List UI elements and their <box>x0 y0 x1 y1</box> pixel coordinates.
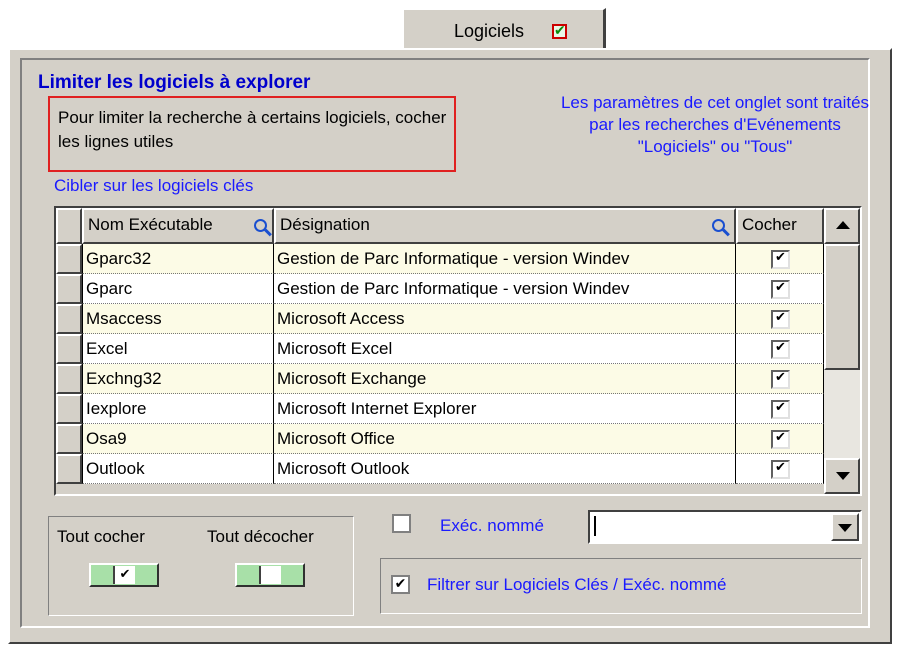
scope-note: Les paramètres de cet onglet sont traité… <box>560 93 870 156</box>
cell-designation: Microsoft Exchange <box>274 364 736 394</box>
cell-check: ✔ <box>736 274 824 304</box>
scroll-thumb[interactable] <box>824 244 860 370</box>
cell-designation: Microsoft Access <box>274 304 736 334</box>
row-checkbox[interactable]: ✔ <box>771 430 790 449</box>
cell-name: Gparc <box>82 274 274 304</box>
cell-name: Excel <box>82 334 274 364</box>
cell-name: Exchng32 <box>82 364 274 394</box>
check-buttons-group: Tout cocher Tout décocher ✔ <box>48 516 354 616</box>
row-selector[interactable] <box>56 244 82 274</box>
search-icon[interactable] <box>712 219 725 232</box>
row-selector[interactable] <box>56 394 82 424</box>
cell-name: Msaccess <box>82 304 274 334</box>
cell-name: Gparc32 <box>82 244 274 274</box>
row-checkbox[interactable]: ✔ <box>771 370 790 389</box>
row-checkbox[interactable]: ✔ <box>771 340 790 359</box>
column-header-name[interactable]: Nom Exécutable <box>82 208 274 244</box>
cell-designation: Microsoft Internet Explorer <box>274 394 736 424</box>
cell-designation: Microsoft Outlook <box>274 454 736 484</box>
row-selector[interactable] <box>56 364 82 394</box>
uncheck-all-button[interactable] <box>235 563 305 587</box>
hint-text: Pour limiter la recherche à certains log… <box>58 108 447 151</box>
row-selector[interactable] <box>56 424 82 454</box>
table-row[interactable]: Gparc32 Gestion de Parc Informatique - ve… <box>56 244 824 274</box>
cell-check: ✔ <box>736 364 824 394</box>
table-row[interactable]: Gparc Gestion de Parc Informatique - vers… <box>56 274 824 304</box>
section-title: Limiter les logiciels à explorer <box>38 72 311 93</box>
named-exec-checkbox[interactable] <box>392 514 411 533</box>
cell-name: Osa9 <box>82 424 274 454</box>
row-checkbox[interactable]: ✔ <box>771 460 790 479</box>
row-selector[interactable] <box>56 304 82 334</box>
cell-designation: Microsoft Office <box>274 424 736 454</box>
table-row[interactable]: Iexplore Microsoft Internet Explorer ✔ <box>56 394 824 424</box>
cell-check: ✔ <box>736 424 824 454</box>
check-all-icon: ✔ <box>113 566 135 584</box>
check-all-button[interactable]: ✔ <box>89 563 159 587</box>
chevron-down-icon <box>838 524 852 532</box>
uncheck-all-icon <box>259 566 281 584</box>
cell-check: ✔ <box>736 244 824 274</box>
vertical-scrollbar[interactable] <box>824 208 860 494</box>
column-header-designation-label: Désignation <box>280 215 370 234</box>
row-checkbox[interactable]: ✔ <box>771 400 790 419</box>
arrow-down-icon <box>836 472 850 480</box>
cell-designation: Gestion de Parc Informatique - version W… <box>274 244 736 274</box>
search-icon[interactable] <box>254 219 267 232</box>
cell-name: Iexplore <box>82 394 274 424</box>
scroll-down-button[interactable] <box>824 458 860 494</box>
column-header-check-label: Cocher <box>742 215 797 234</box>
table-row[interactable]: Exchng32 Microsoft Exchange ✔ <box>56 364 824 394</box>
filter-group: ✔ Filtrer sur Logiciels Clés / Exéc. nom… <box>380 558 862 614</box>
table-row[interactable]: Excel Microsoft Excel ✔ <box>56 334 824 364</box>
column-header-name-label: Nom Exécutable <box>88 215 213 234</box>
table-body: Gparc32 Gestion de Parc Informatique - ve… <box>56 244 824 494</box>
arrow-up-icon <box>836 221 850 229</box>
table-row[interactable]: Msaccess Microsoft Access ✔ <box>56 304 824 334</box>
software-table: Nom Exécutable Désignation Cocher Gparc3… <box>54 206 862 496</box>
tab-label: Logiciels <box>454 21 525 41</box>
cell-check: ✔ <box>736 334 824 364</box>
row-checkbox[interactable]: ✔ <box>771 280 790 299</box>
named-exec-dropdown-button[interactable] <box>831 513 859 541</box>
filter-checkbox[interactable]: ✔ <box>391 575 410 594</box>
filter-label: Filtrer sur Logiciels Clés / Exéc. nommé <box>427 575 727 594</box>
uncheck-all-label: Tout décocher <box>207 527 314 546</box>
grid-subheading: Cibler sur les logiciels clés <box>54 176 254 195</box>
row-selector[interactable] <box>56 454 82 484</box>
cell-name: Outlook <box>82 454 274 484</box>
named-exec-label: Exéc. nommé <box>440 516 544 535</box>
named-exec-combo[interactable] <box>588 510 862 544</box>
tab-logiciels[interactable]: Logiciels ✔ <box>402 8 606 50</box>
row-checkbox[interactable]: ✔ <box>771 250 790 269</box>
table-row[interactable]: Outlook Microsoft Outlook ✔ <box>56 454 824 484</box>
column-header-check[interactable]: Cocher <box>736 208 824 244</box>
cell-designation: Gestion de Parc Informatique - version W… <box>274 274 736 304</box>
column-header-designation[interactable]: Désignation <box>274 208 736 244</box>
row-checkbox[interactable]: ✔ <box>771 310 790 329</box>
tab-checkbox[interactable]: ✔ <box>552 24 567 39</box>
cell-check: ✔ <box>736 454 824 484</box>
row-selector-header <box>56 208 82 244</box>
scroll-up-button[interactable] <box>824 208 860 244</box>
table-row[interactable]: Osa9 Microsoft Office ✔ <box>56 424 824 454</box>
cell-designation: Microsoft Excel <box>274 334 736 364</box>
hint-box: Pour limiter la recherche à certains log… <box>48 96 456 172</box>
cell-check: ✔ <box>736 394 824 424</box>
row-selector[interactable] <box>56 334 82 364</box>
cell-check: ✔ <box>736 304 824 334</box>
text-cursor <box>594 516 596 536</box>
check-all-label: Tout cocher <box>57 527 145 546</box>
row-selector[interactable] <box>56 274 82 304</box>
